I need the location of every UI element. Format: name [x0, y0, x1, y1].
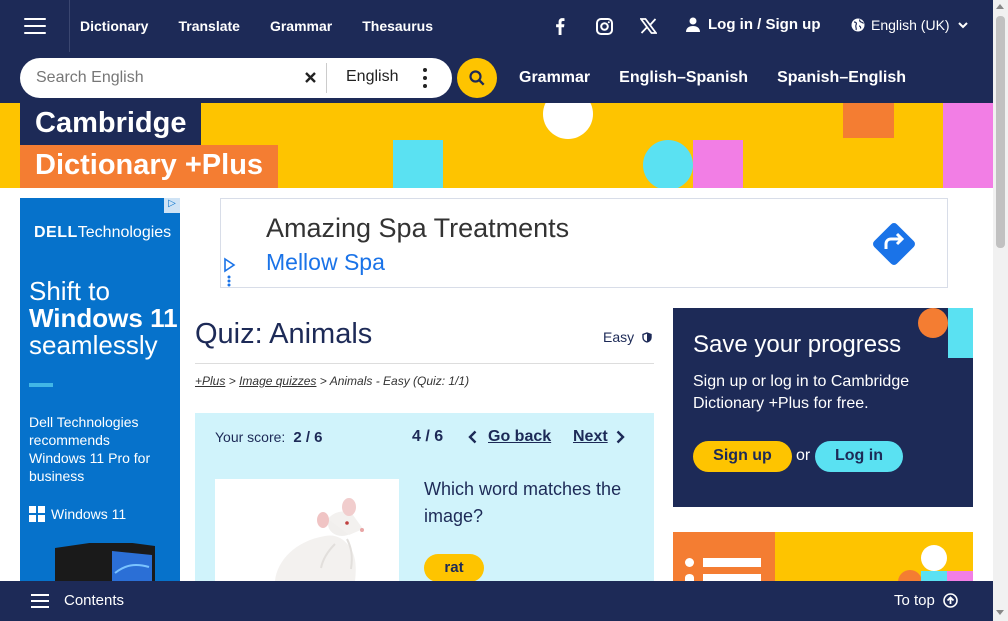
bottom-bar: Contents To top	[0, 581, 993, 621]
quick-link-spanish-english[interactable]: Spanish–English	[777, 69, 906, 87]
breadcrumb: +Plus > Image quizzes > Animals - Easy (…	[195, 374, 470, 388]
banner-title-cambridge: Cambridge	[20, 103, 202, 145]
windows-logo-icon	[29, 506, 45, 522]
decor-pink-block	[943, 103, 993, 188]
divider	[326, 63, 327, 93]
ad-windows-badge: Windows 11	[29, 506, 126, 522]
contents-button[interactable]: Contents	[31, 592, 124, 609]
quick-links: Grammar English–Spanish Spanish–English	[519, 69, 935, 87]
decor-cyan-block	[948, 308, 973, 358]
login-label: Log in / Sign up	[708, 16, 821, 33]
promo-banner[interactable]	[673, 532, 973, 581]
decor-pink-square	[947, 571, 973, 581]
decor-cyan-circle	[643, 140, 693, 188]
ad-accent-bar	[29, 383, 53, 387]
user-icon	[686, 17, 700, 32]
decor-white-circle	[921, 545, 947, 571]
search-box: English	[20, 58, 452, 98]
instagram-icon[interactable]	[592, 14, 616, 38]
ad-brand: DELLTechnologies	[34, 224, 172, 241]
breadcrumb-current: Animals - Easy (Quiz: 1/1)	[329, 374, 470, 388]
search-button[interactable]	[457, 58, 497, 98]
quick-link-grammar[interactable]: Grammar	[519, 69, 590, 87]
chevron-left-icon	[468, 430, 477, 444]
decor-cyan-square	[393, 140, 443, 188]
dictionary-selector[interactable]: English	[346, 68, 398, 86]
clear-search-icon[interactable]	[302, 69, 318, 85]
x-twitter-icon[interactable]	[636, 14, 660, 38]
search-input[interactable]	[36, 69, 296, 87]
left-advertisement[interactable]: ▷ DELLTechnologies Shift to Windows 11 s…	[20, 198, 180, 581]
social-links	[548, 0, 680, 52]
score: Your score: 2 / 6	[215, 429, 323, 446]
scroll-up-arrow-icon[interactable]	[996, 4, 1004, 9]
directions-arrow-icon[interactable]	[869, 219, 919, 269]
nav-link-grammar[interactable]: Grammar	[270, 18, 332, 34]
search-row: English Grammar English–Spanish Spanish–…	[0, 52, 993, 103]
ad-choices-icon[interactable]	[222, 257, 236, 287]
quiz-panel: Your score: 2 / 6 4 / 6 Go back Next Whic…	[195, 413, 654, 582]
sign-up-button[interactable]: Sign up	[693, 441, 792, 472]
page-title: Quiz: Animals	[195, 318, 373, 350]
question-progress: 4 / 6	[412, 428, 444, 445]
hamburger-icon	[31, 593, 49, 608]
decor-list-lines	[685, 558, 761, 581]
save-progress-text: Sign up or log in to Cambridge Dictionar…	[693, 373, 910, 412]
to-top-button[interactable]: To top	[894, 592, 958, 609]
quick-link-english-spanish[interactable]: English–Spanish	[619, 69, 748, 87]
language-label: English (UK)	[871, 17, 950, 33]
rat-image	[275, 498, 364, 581]
login-signup-link[interactable]: Log in / Sign up	[686, 16, 820, 33]
scroll-down-arrow-icon[interactable]	[996, 610, 1004, 615]
top-advertisement[interactable]: Amazing Spa Treatments Mellow Spa	[220, 198, 948, 288]
nav-link-thesaurus[interactable]: Thesaurus	[362, 18, 433, 34]
breadcrumb-image-quizzes[interactable]: Image quizzes	[239, 374, 316, 388]
chevron-down-icon	[957, 21, 968, 28]
decor-orange-circle	[898, 570, 922, 581]
log-in-button[interactable]: Log in	[815, 441, 903, 472]
ad-title: Amazing Spa Treatments	[266, 213, 570, 243]
difficulty-level: Easy	[603, 329, 652, 345]
save-progress-title: Save your progress	[693, 331, 902, 358]
laptop-image	[55, 543, 155, 581]
facebook-icon[interactable]	[548, 14, 572, 38]
nav-link-dictionary[interactable]: Dictionary	[80, 18, 148, 34]
chevron-right-icon	[616, 430, 625, 444]
decor-pink-square	[693, 140, 743, 188]
answer-option[interactable]: rat	[424, 554, 484, 582]
nav-link-translate[interactable]: Translate	[178, 18, 239, 34]
or-text: or	[796, 447, 811, 464]
divider	[195, 363, 654, 364]
ad-headline: Shift to Windows 11 seamlessly	[29, 276, 178, 360]
save-progress-panel: Save your progress Sign up or log in to …	[673, 308, 973, 507]
question-text: Which word matches the image?	[424, 479, 622, 526]
ad-body-text: Dell Technologies recommends Windows 11 …	[29, 414, 151, 484]
decor-orange-circle	[918, 308, 948, 338]
top-nav: Dictionary Translate Grammar Thesaurus L…	[0, 0, 993, 52]
ad-choices-icon[interactable]: ▷	[164, 198, 180, 213]
hamburger-icon	[23, 18, 46, 34]
language-selector[interactable]: English (UK)	[851, 17, 974, 33]
shield-icon	[642, 331, 652, 343]
decor-cyan-square	[921, 571, 947, 581]
scrollbar-thumb[interactable]	[996, 16, 1005, 248]
quiz-image	[215, 479, 399, 581]
globe-icon	[851, 18, 865, 32]
plus-banner: Cambridge Dictionary +Plus	[0, 103, 993, 188]
banner-title-plus: Dictionary +Plus	[20, 145, 279, 188]
search-icon	[469, 70, 485, 86]
score-value: 2 / 6	[293, 429, 323, 446]
breadcrumb-plus[interactable]: +Plus	[195, 374, 225, 388]
go-back-button[interactable]: Go back	[468, 428, 551, 446]
decor-orange-square	[843, 103, 894, 138]
more-options-icon[interactable]	[420, 68, 430, 88]
next-button[interactable]: Next	[573, 428, 625, 446]
arrow-up-circle-icon	[943, 593, 958, 608]
decor-white-circle	[543, 103, 593, 139]
page-scrollbar[interactable]	[993, 0, 1008, 621]
menu-button[interactable]	[0, 0, 70, 52]
ad-advertiser: Mellow Spa	[266, 249, 385, 275]
main-nav-links: Dictionary Translate Grammar Thesaurus	[80, 18, 463, 34]
